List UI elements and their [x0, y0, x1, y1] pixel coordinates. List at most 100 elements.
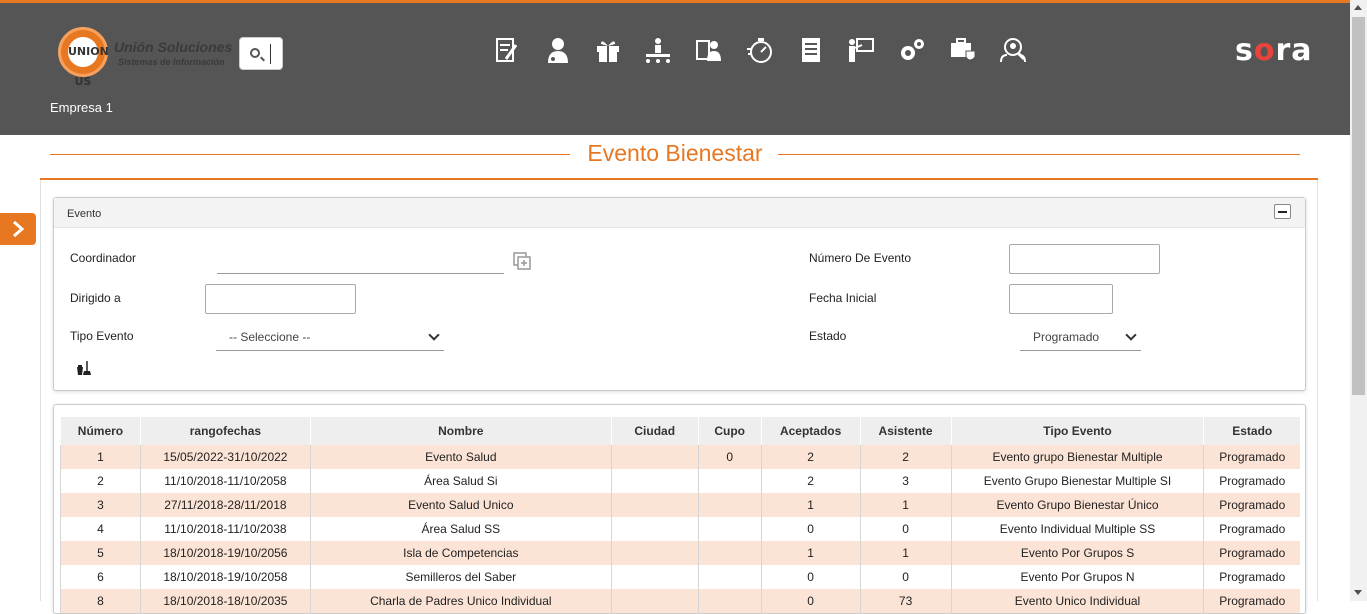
- table-cell: [697, 541, 762, 565]
- dirigido-input[interactable]: [205, 284, 356, 314]
- table-cell: 5: [60, 541, 141, 565]
- numero-evento-input[interactable]: [1009, 244, 1160, 274]
- tipo-evento-select[interactable]: -- Seleccione --: [216, 323, 444, 351]
- table-row[interactable]: 5 18/10/2018-19/10/2056 Isla de Competenci…: [60, 541, 1300, 565]
- tipo-evento-label: Tipo Evento: [70, 329, 134, 343]
- events-table-panel: Número rangofechas Nombre Ciudad Cupo Ac…: [53, 404, 1306, 614]
- report-icon[interactable]: [796, 35, 826, 65]
- medical-kit-icon[interactable]: [948, 35, 978, 65]
- table-cell: [697, 517, 762, 541]
- table-cell: 3: [60, 493, 141, 517]
- table-cell: [610, 517, 699, 541]
- column-header[interactable]: Número: [60, 417, 141, 445]
- table-body: 1 15/05/2022-31/10/2022 Evento Salud 0 2 2 Eve…: [60, 445, 1300, 613]
- scroll-up-arrow-icon[interactable]: [1354, 5, 1362, 10]
- clear-filters-icon[interactable]: [76, 360, 92, 376]
- table-row[interactable]: 2 11/10/2018-11/10/2058 Área Salud Si 2 3 Eve…: [60, 469, 1300, 493]
- table-cell: Semilleros del Saber: [309, 565, 612, 589]
- table-cell: [610, 469, 699, 493]
- table-row[interactable]: 6 18/10/2018-19/10/2058 Semilleros del Sab…: [60, 565, 1300, 589]
- gears-icon[interactable]: [897, 35, 927, 65]
- table-cell: 18/10/2018-19/10/2058: [139, 565, 311, 589]
- table-cell: Isla de Competencias: [309, 541, 612, 565]
- title-underline: [40, 178, 1318, 180]
- table-cell: 18/10/2018-19/10/2056: [139, 541, 311, 565]
- chevron-down-icon: [1125, 329, 1137, 341]
- table-cell: [610, 445, 699, 469]
- text-caret: [270, 44, 271, 64]
- table-cell: Programado: [1203, 445, 1300, 469]
- table-cell: Programado: [1203, 469, 1300, 493]
- table-cell: 27/11/2018-28/11/2018: [139, 493, 311, 517]
- copy-icon[interactable]: [512, 251, 532, 271]
- table-cell: Programado: [1203, 517, 1300, 541]
- teacher-board-icon[interactable]: [846, 35, 876, 65]
- coordinador-input[interactable]: [217, 252, 504, 274]
- collapse-button[interactable]: [1274, 204, 1291, 219]
- table-cell: 1: [760, 541, 861, 565]
- table-cell: Evento Salud Unico: [309, 493, 612, 517]
- table-cell: Programado: [1203, 493, 1300, 517]
- stopwatch-icon[interactable]: [745, 35, 775, 65]
- event-filter-panel: Evento Coordinador Número De Evento Diri…: [53, 197, 1306, 391]
- tipo-evento-selected: -- Seleccione --: [229, 330, 311, 344]
- table-cell: 4: [60, 517, 141, 541]
- table-cell: 15/05/2022-31/10/2022: [139, 445, 311, 469]
- scroll-thumb[interactable]: [1352, 17, 1365, 395]
- table-cell: 1: [760, 493, 861, 517]
- main-nav: [492, 35, 1032, 67]
- document-edit-icon[interactable]: [492, 35, 522, 65]
- fecha-inicial-input[interactable]: [1009, 284, 1113, 314]
- page-scrollbar[interactable]: [1350, 0, 1367, 601]
- table-cell: Evento Unico Individual: [950, 589, 1204, 613]
- id-card-icon[interactable]: [694, 35, 724, 65]
- column-header[interactable]: Aceptados: [760, 417, 861, 445]
- search-users-icon[interactable]: [998, 35, 1028, 65]
- logo-mark: UNION US: [68, 37, 109, 88]
- table-cell: Evento Grupo Bienestar Multiple SI: [950, 469, 1204, 493]
- column-header[interactable]: Nombre: [309, 417, 612, 445]
- events-table: Número rangofechas Nombre Ciudad Cupo Ac…: [60, 417, 1300, 613]
- table-cell: Evento Salud: [309, 445, 612, 469]
- table-cell: 1: [60, 445, 141, 469]
- column-header[interactable]: Asistente: [859, 417, 952, 445]
- search-button[interactable]: [239, 37, 283, 70]
- table-cell: 0: [760, 565, 861, 589]
- table-cell: Evento Por Grupos S: [950, 541, 1204, 565]
- table-cell: 0: [697, 445, 762, 469]
- dirigido-label: Dirigido a: [70, 291, 121, 305]
- chevron-right-icon: [13, 220, 25, 238]
- table-cell: Evento Grupo Bienestar Único: [950, 493, 1204, 517]
- column-header[interactable]: Tipo Evento: [950, 417, 1204, 445]
- company-name: Empresa 1: [50, 100, 113, 115]
- table-cell: Área Salud Si: [309, 469, 612, 493]
- brand-text: sora: [1235, 33, 1313, 68]
- table-cell: 11/10/2018-11/10/2058: [139, 469, 311, 493]
- sidebar-toggle-button[interactable]: [0, 213, 36, 245]
- logo-circle: UNION US: [58, 27, 109, 88]
- table-cell: 0: [760, 589, 861, 613]
- table-cell: Evento Individual Multiple SS: [950, 517, 1204, 541]
- table-row[interactable]: 3 27/11/2018-28/11/2018 Evento Salud Unico…: [60, 493, 1300, 517]
- scroll-down-arrow-icon[interactable]: [1354, 590, 1362, 595]
- column-header[interactable]: Ciudad: [610, 417, 699, 445]
- gift-icon[interactable]: [593, 35, 623, 65]
- table-row[interactable]: 1 15/05/2022-31/10/2022 Evento Salud 0 2 2 Eve…: [60, 445, 1300, 469]
- estado-select[interactable]: Programado: [1020, 323, 1141, 351]
- company-logo[interactable]: UNION US Unión Soluciones Sistemas de In…: [58, 27, 238, 88]
- presenter-icon[interactable]: [643, 35, 673, 65]
- table-cell: 6: [60, 565, 141, 589]
- column-header[interactable]: Estado: [1203, 417, 1300, 445]
- sora-brand-logo: sora: [1235, 33, 1313, 68]
- table-cell: 2: [60, 469, 141, 493]
- table-row[interactable]: 8 18/10/2018-18/10/2035 Charla de Padres U…: [60, 589, 1300, 613]
- column-header[interactable]: Cupo: [697, 417, 762, 445]
- table-row[interactable]: 4 11/10/2018-11/10/2038 Área Salud SS 0 0 Eve…: [60, 517, 1300, 541]
- top-header-bar: UNION US Unión Soluciones Sistemas de In…: [0, 0, 1350, 135]
- table-cell: Charla de Padres Unico Individual: [309, 589, 612, 613]
- table-cell: 0: [859, 565, 952, 589]
- user-doctor-icon[interactable]: [543, 35, 573, 65]
- column-header[interactable]: rangofechas: [139, 417, 311, 445]
- table-header-row: Número rangofechas Nombre Ciudad Cupo Ac…: [60, 417, 1300, 445]
- table-cell: [610, 541, 699, 565]
